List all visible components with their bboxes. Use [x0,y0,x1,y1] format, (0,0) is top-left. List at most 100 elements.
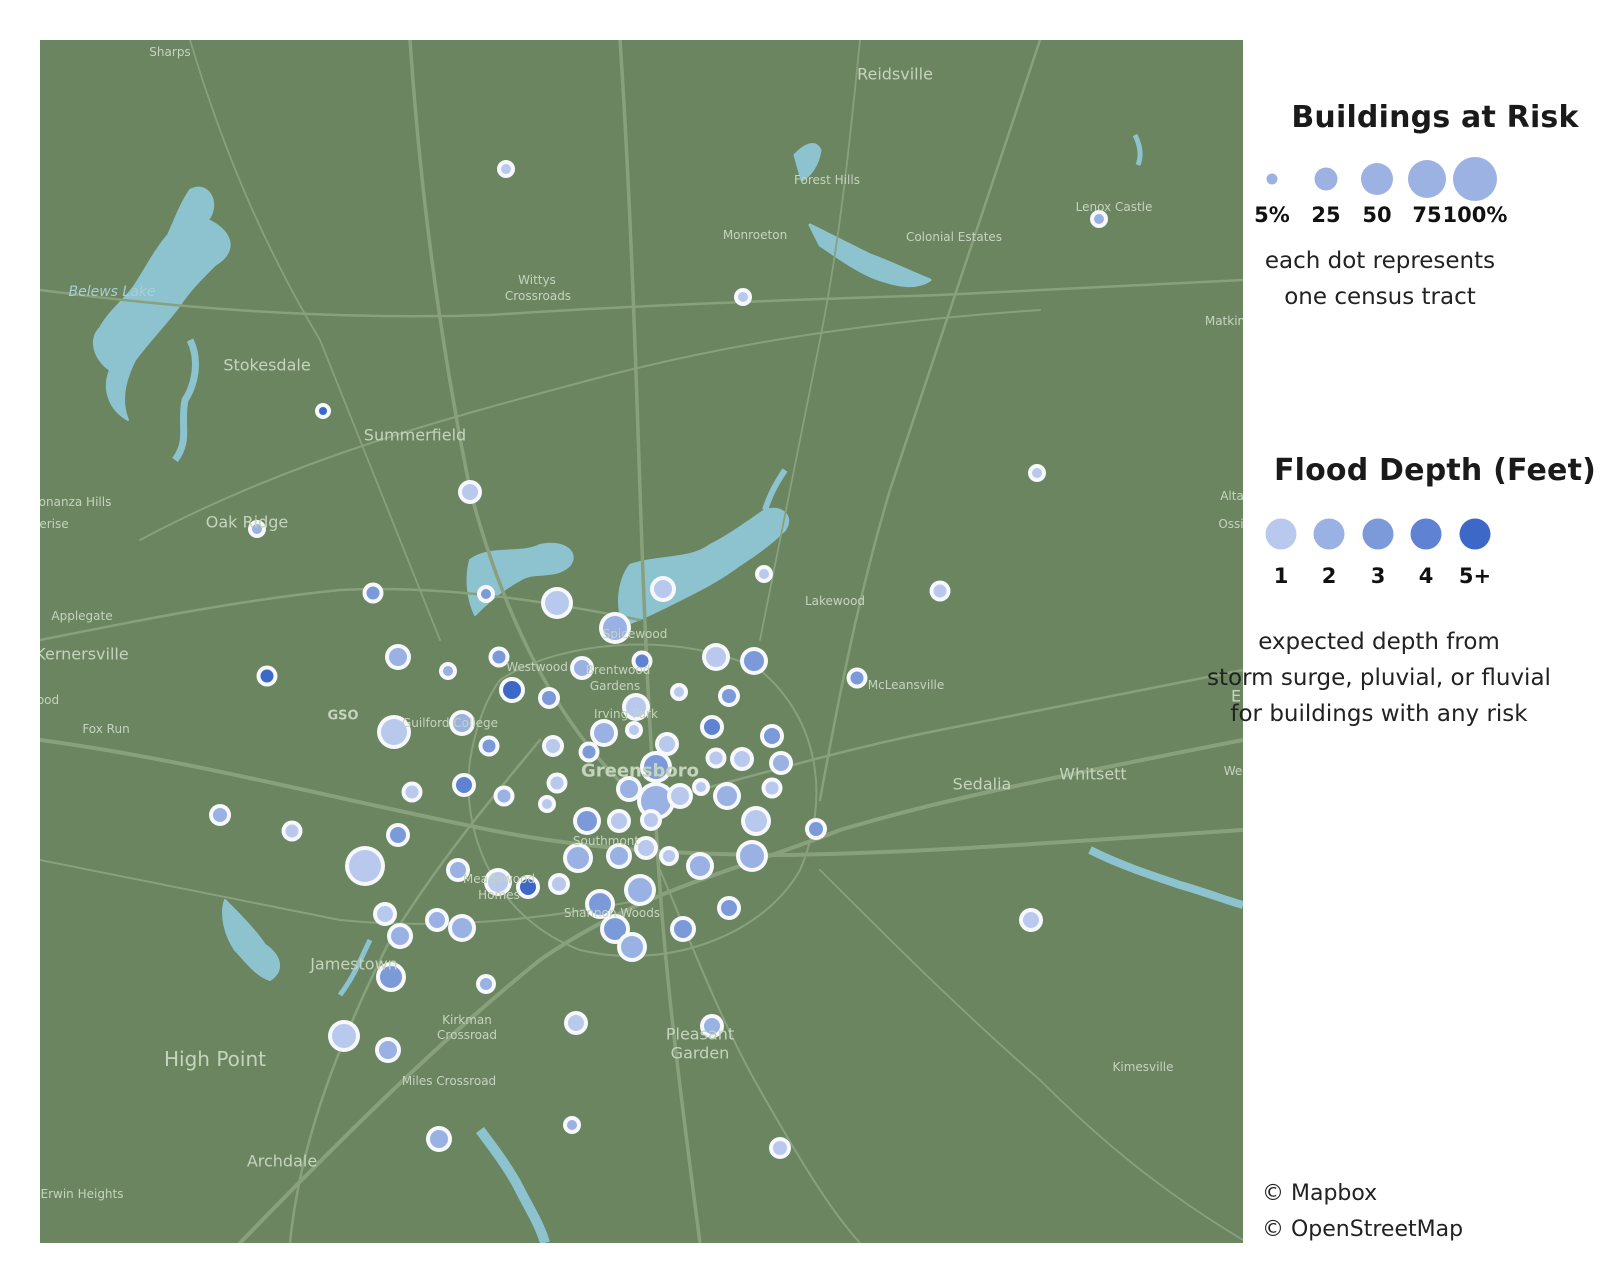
tract-dot-fill [567,847,589,869]
tract-dot-fill [405,785,419,799]
tract-dot[interactable] [452,773,476,797]
tract-dot[interactable] [476,974,496,994]
tract-dot-fill [706,647,726,667]
tract-dot[interactable] [548,873,570,895]
tract-dot[interactable] [493,785,515,807]
tract-dot[interactable] [670,683,688,701]
size-symbols [1255,157,1615,201]
tract-dot[interactable] [659,846,679,866]
lake-townsend-arm [762,468,788,511]
tract-dot[interactable] [718,685,740,707]
tract-dot[interactable] [717,896,741,920]
tract-dot[interactable] [281,820,303,842]
tract-dot[interactable] [741,806,771,836]
place-label: Pleasant [665,1024,735,1044]
tract-dot[interactable] [846,667,868,689]
tract-dot[interactable] [805,818,827,840]
tract-dot[interactable] [617,932,647,962]
tract-dot[interactable] [734,288,752,306]
tract-dot[interactable] [563,1116,581,1134]
tract-dot[interactable] [373,902,397,926]
tract-dot[interactable] [401,781,423,803]
tract-dot[interactable] [426,1126,452,1152]
tract-dot[interactable] [542,735,564,757]
tract-dot[interactable] [713,782,741,810]
tract-dot[interactable] [730,747,754,771]
place-label: High Point [164,1047,266,1071]
place-label: Sharps [149,45,191,59]
tract-dot[interactable] [1028,464,1046,482]
tract-dot[interactable] [705,747,727,769]
tract-dot[interactable] [686,852,714,880]
tract-dot[interactable] [499,677,525,703]
tract-dot[interactable] [625,721,643,739]
tract-dot[interactable] [256,665,278,687]
tract-dot[interactable] [458,480,482,504]
tract-dot[interactable] [929,580,951,602]
tract-dot[interactable] [702,643,730,671]
place-label: Lakewood [804,594,866,608]
tract-dot[interactable] [497,160,515,178]
tract-dot[interactable] [328,1020,360,1052]
tract-dot-fill [389,648,407,666]
tract-dot[interactable] [740,647,768,675]
tract-dot-fill [567,1120,577,1130]
tract-dot[interactable] [769,1137,791,1159]
tract-dot[interactable] [573,807,601,835]
tract-dot[interactable] [1019,908,1043,932]
tract-dot[interactable] [761,777,783,799]
tract-dot[interactable] [538,795,556,813]
depth-labels: 1 2 3 4 5+ [1255,558,1505,598]
tract-dot[interactable] [590,719,618,747]
tract-dot[interactable] [541,587,573,619]
tract-dot[interactable] [386,823,410,847]
place-label: Summerfield [363,425,467,445]
tract-dot[interactable] [670,916,696,942]
tract-dot[interactable] [760,724,784,748]
tract-dot-fill [933,584,947,598]
place-label: Greensboro [580,760,700,782]
tract-dot[interactable] [439,662,457,680]
tract-dot[interactable] [448,914,476,942]
place-label: Spicewood [602,627,668,641]
tract-dot[interactable] [700,715,724,739]
tract-dot-fill [577,811,597,831]
attribution-osm-link[interactable]: © OpenStreetMap [1262,1212,1463,1248]
tract-dot[interactable] [477,585,495,603]
tract-dot[interactable] [387,923,413,949]
tract-dot-fill [696,782,706,792]
tract-dot[interactable] [769,751,793,775]
tract-dot[interactable] [375,1037,401,1063]
tract-dot-fill [663,850,675,862]
place-label: Ossi [1218,517,1243,531]
legend-caption: expected depth from storm surge, pluvial… [1199,624,1559,732]
attribution-mapbox-link[interactable]: © Mapbox [1262,1176,1463,1212]
tract-dot[interactable] [755,565,773,583]
tract-dot[interactable] [315,403,331,419]
tract-dot[interactable] [650,576,676,602]
map[interactable]: Sharps Reidsville Forest Hills Lenox Cas… [40,40,1243,1243]
tract-dot[interactable] [667,783,693,809]
tract-dot[interactable] [538,687,560,709]
tract-dot[interactable] [546,772,568,794]
place-label: Alta [1220,489,1243,503]
tract-dot[interactable] [640,809,662,831]
tract-dot[interactable] [624,874,656,906]
tract-dot[interactable] [425,908,449,932]
tract-dot[interactable] [209,804,231,826]
tract-dot[interactable] [607,809,631,833]
tract-dot[interactable] [345,846,385,886]
tract-dot[interactable] [736,840,768,872]
tract-dot[interactable] [478,735,500,757]
size-label: 75 [1412,203,1442,227]
randleman-lake [475,1127,550,1243]
size-label: 50 [1362,203,1392,227]
place-label: Fox Run [82,722,130,736]
tract-dot-fill [773,755,789,771]
place-label: Gardens [589,679,641,693]
tract-dot-fill [260,669,274,683]
tract-dot[interactable] [564,1011,588,1035]
place-label: Garden [670,1043,730,1063]
tract-dot[interactable] [385,644,411,670]
tract-dot[interactable] [362,582,384,604]
